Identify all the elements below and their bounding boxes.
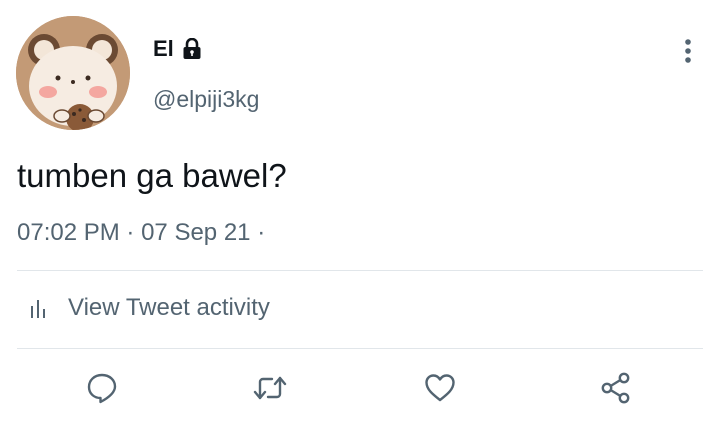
view-tweet-activity-label: View Tweet activity (68, 294, 270, 321)
share-button[interactable] (596, 370, 636, 410)
handle[interactable]: @elpiji3kg (153, 86, 259, 113)
share-icon (599, 371, 633, 410)
view-tweet-activity-button[interactable]: View Tweet activity (30, 294, 270, 322)
reply-icon (85, 371, 119, 410)
meta-separator-trailing: · (257, 219, 266, 246)
more-options-icon[interactable] (676, 36, 700, 68)
retweet-button[interactable] (250, 370, 290, 410)
analytics-icon (30, 296, 46, 320)
divider (17, 270, 703, 271)
tweet-date: 07 Sep 21 (141, 219, 251, 246)
avatar[interactable] (16, 16, 130, 130)
like-button[interactable] (420, 370, 460, 410)
retweet-icon (253, 371, 287, 410)
heart-icon (423, 371, 457, 410)
meta-separator: · (126, 219, 135, 246)
author-name-row[interactable]: El (153, 36, 202, 62)
lock-icon (182, 37, 202, 60)
divider (17, 348, 703, 349)
display-name[interactable]: El (153, 36, 174, 62)
tweet-timestamp[interactable]: 07:02 PM · 07 Sep 21 · (17, 219, 265, 247)
tweet-text: tumben ga bawel? (17, 157, 287, 194)
reply-button[interactable] (82, 370, 122, 410)
tweet-time: 07:02 PM (17, 219, 120, 246)
